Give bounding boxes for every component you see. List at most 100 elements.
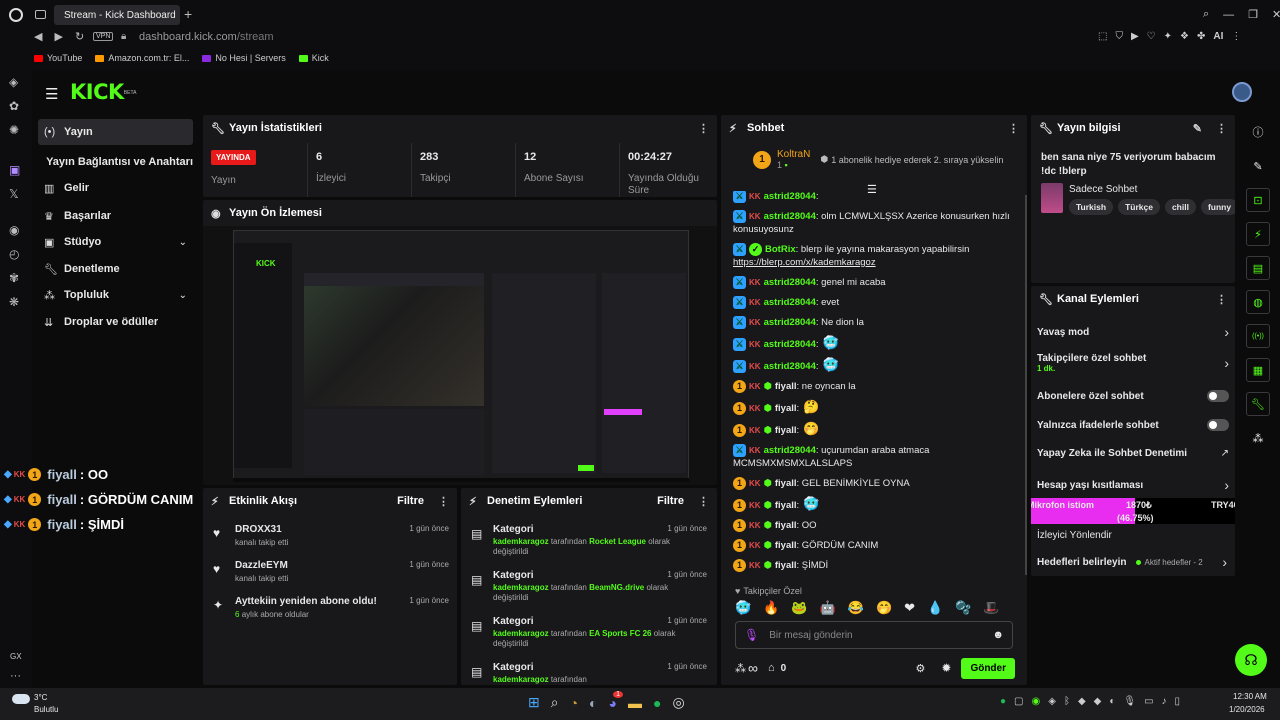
chat-username[interactable]: astrid28044: [764, 445, 816, 456]
forward-icon[interactable]: ▶: [54, 30, 62, 43]
lightning-icon[interactable]: ⚡︎: [1246, 222, 1270, 246]
chat-username[interactable]: astrid28044: [764, 361, 816, 372]
maximize-icon[interactable]: ❐: [1248, 8, 1258, 21]
extension-icon[interactable]: ✤: [1197, 31, 1205, 42]
bookmark-item[interactable]: Amazon.com.tr: El...: [95, 53, 189, 63]
steam-tray-icon[interactable]: ◐: [1109, 696, 1115, 707]
chat-username[interactable]: astrid28044: [764, 317, 816, 328]
kick-help-button[interactable]: ☊: [1235, 644, 1267, 676]
history-icon[interactable]: ◴: [9, 247, 20, 261]
clock-date[interactable]: 1/20/2026: [1229, 705, 1265, 714]
vpn-badge[interactable]: VPN: [93, 32, 114, 41]
minimize-icon[interactable]: —: [1223, 9, 1234, 21]
channel-action-row[interactable]: Takipçilere özel sohbet 1 dk. ›: [1037, 353, 1229, 373]
chat-username[interactable]: fiyall: [775, 381, 797, 392]
mic-tray-icon[interactable]: 🎙︎: [1123, 696, 1136, 707]
sidebar-item-2[interactable]: Yayın Bağlantısı ve Anahtarı: [38, 149, 193, 175]
tab-list-icon[interactable]: [35, 10, 46, 19]
bluetooth-icon[interactable]: ᛒ: [1064, 696, 1070, 707]
activity-filter-button[interactable]: Filtre: [397, 495, 424, 507]
settings-icon[interactable]: ⚙: [916, 662, 926, 675]
mic-icon[interactable]: 🎙︎: [744, 628, 759, 642]
chat-username[interactable]: fiyall: [775, 520, 797, 531]
twitch-icon[interactable]: ▣: [9, 163, 20, 177]
x-icon[interactable]: 𝕏: [9, 187, 20, 201]
emoji-icon[interactable]: ☻: [992, 629, 1004, 641]
stream-preview-video[interactable]: KICK: [203, 226, 717, 485]
play-icon[interactable]: ▶: [1131, 31, 1139, 42]
chat-username[interactable]: fiyall: [775, 560, 797, 571]
chat-username[interactable]: astrid28044: [764, 297, 816, 308]
emote-button[interactable]: 🐸: [791, 600, 807, 616]
layout-icon[interactable]: ▦: [1246, 358, 1270, 382]
tag-chip[interactable]: chill: [1164, 199, 1196, 215]
volume-icon[interactable]: ♪: [1162, 696, 1167, 707]
edit-icon[interactable]: ✎: [1246, 154, 1270, 178]
send-button[interactable]: Gönder: [961, 657, 1015, 679]
bookmark-item[interactable]: YouTube: [34, 53, 82, 63]
extension-icon[interactable]: ❋: [9, 295, 20, 309]
chat-username[interactable]: fiyall: [775, 403, 797, 414]
category-name[interactable]: Sadece Sohbet: [1069, 184, 1137, 195]
extension-icon[interactable]: ❖: [1180, 31, 1189, 42]
sidebar-item-5[interactable]: ▣ Stüdyo ⌄: [38, 229, 193, 255]
goals-row[interactable]: Hedefleri belirleyin Aktif hedefler - 2 …: [1037, 554, 1227, 570]
tray-icon[interactable]: ◉: [1032, 696, 1041, 707]
start-icon[interactable]: ⊞: [528, 694, 540, 711]
kick-logo[interactable]: KICKBETA: [70, 80, 136, 104]
channel-action-row[interactable]: Yapay Zeka ile Sohbet Denetimi ↗: [1037, 448, 1229, 459]
chat-username[interactable]: fiyall: [775, 425, 797, 436]
community-icon[interactable]: ⁂: [735, 662, 746, 675]
app-icon[interactable]: ◔: [570, 695, 578, 711]
chat-link[interactable]: https://blerp.com/x/kademkaragoz: [733, 257, 876, 268]
tag-chip[interactable]: Turkish: [1069, 199, 1114, 215]
reload-icon[interactable]: ↻: [75, 30, 84, 43]
spotify-icon[interactable]: ◉: [9, 223, 20, 237]
sidebar-item-6[interactable]: 🔧︎ Denetleme: [38, 256, 193, 282]
channel-action-row[interactable]: Yalnızca ifadelerle sohbet: [1037, 419, 1229, 431]
emote-button[interactable]: 🎩: [983, 600, 999, 616]
new-tab-button[interactable]: +: [184, 6, 192, 22]
tray-icon[interactable]: ◆: [1094, 696, 1102, 707]
wrench-icon[interactable]: 🔧︎: [1246, 392, 1270, 416]
community-icon[interactable]: ⁂: [1246, 426, 1270, 450]
back-icon[interactable]: ◀: [34, 30, 42, 43]
ai-button[interactable]: AI: [1213, 31, 1223, 42]
activity-menu-icon[interactable]: ⋮: [438, 495, 449, 508]
tag-chip[interactable]: Türkçe: [1118, 199, 1160, 215]
chat-input[interactable]: 🎙︎ Bir mesaj gönderin ☻: [735, 621, 1013, 649]
steam-icon[interactable]: ◐: [589, 695, 597, 711]
sidebar-item-8[interactable]: ⇊ Droplar ve ödüller: [38, 309, 193, 335]
sidebar-item-7[interactable]: ⁂ Topluluk ⌄: [38, 282, 193, 308]
chat-scrollbar[interactable]: [1025, 195, 1027, 575]
sidebar-item-3[interactable]: ▥ Gelir: [38, 175, 193, 201]
battery-icon[interactable]: ▯: [1175, 696, 1181, 707]
url-field[interactable]: dashboard.kick.com/stream: [139, 31, 274, 43]
sidebar-item-4[interactable]: ♛ Başarılar: [38, 203, 193, 229]
chat-username[interactable]: fiyall: [775, 500, 797, 511]
search-icon[interactable]: ⌕: [1203, 8, 1209, 21]
tray-icon[interactable]: ◈: [1048, 696, 1056, 707]
tag-chip[interactable]: funny: [1200, 199, 1235, 215]
stats-menu-icon[interactable]: ⋮: [698, 122, 709, 135]
spotify-tray-icon[interactable]: ●: [1000, 696, 1006, 707]
clock-time[interactable]: 12:30 AM: [1233, 692, 1267, 701]
chat-username[interactable]: astrid28044: [764, 277, 816, 288]
broadcast-icon[interactable]: ((•)): [1246, 324, 1270, 348]
edit-icon[interactable]: ✎: [1193, 122, 1202, 135]
network-icon[interactable]: ▭: [1144, 696, 1153, 707]
tray-icon[interactable]: ◆: [1078, 696, 1086, 707]
chat-username[interactable]: fiyall: [775, 478, 797, 489]
extension-icon[interactable]: ✿: [9, 99, 20, 113]
channel-actions-menu-icon[interactable]: ⋮: [1216, 293, 1227, 306]
channel-action-row[interactable]: Abonelere özel sohbet: [1037, 390, 1229, 402]
aria-icon[interactable]: ◈: [9, 75, 20, 89]
moderation-filter-button[interactable]: Filtre: [657, 495, 684, 507]
spotify-icon[interactable]: ●: [653, 695, 661, 711]
chat-username[interactable]: fiyall: [775, 540, 797, 551]
shield-icon[interactable]: ⛉: [1115, 31, 1123, 42]
chat-bubble-icon[interactable]: ◍: [1246, 290, 1270, 314]
channel-action-row[interactable]: Yavaş mod ›: [1037, 324, 1229, 340]
hamburger-icon[interactable]: ☰: [45, 85, 58, 103]
viewer-redirect[interactable]: İzleyici Yönlendir: [1037, 530, 1112, 541]
